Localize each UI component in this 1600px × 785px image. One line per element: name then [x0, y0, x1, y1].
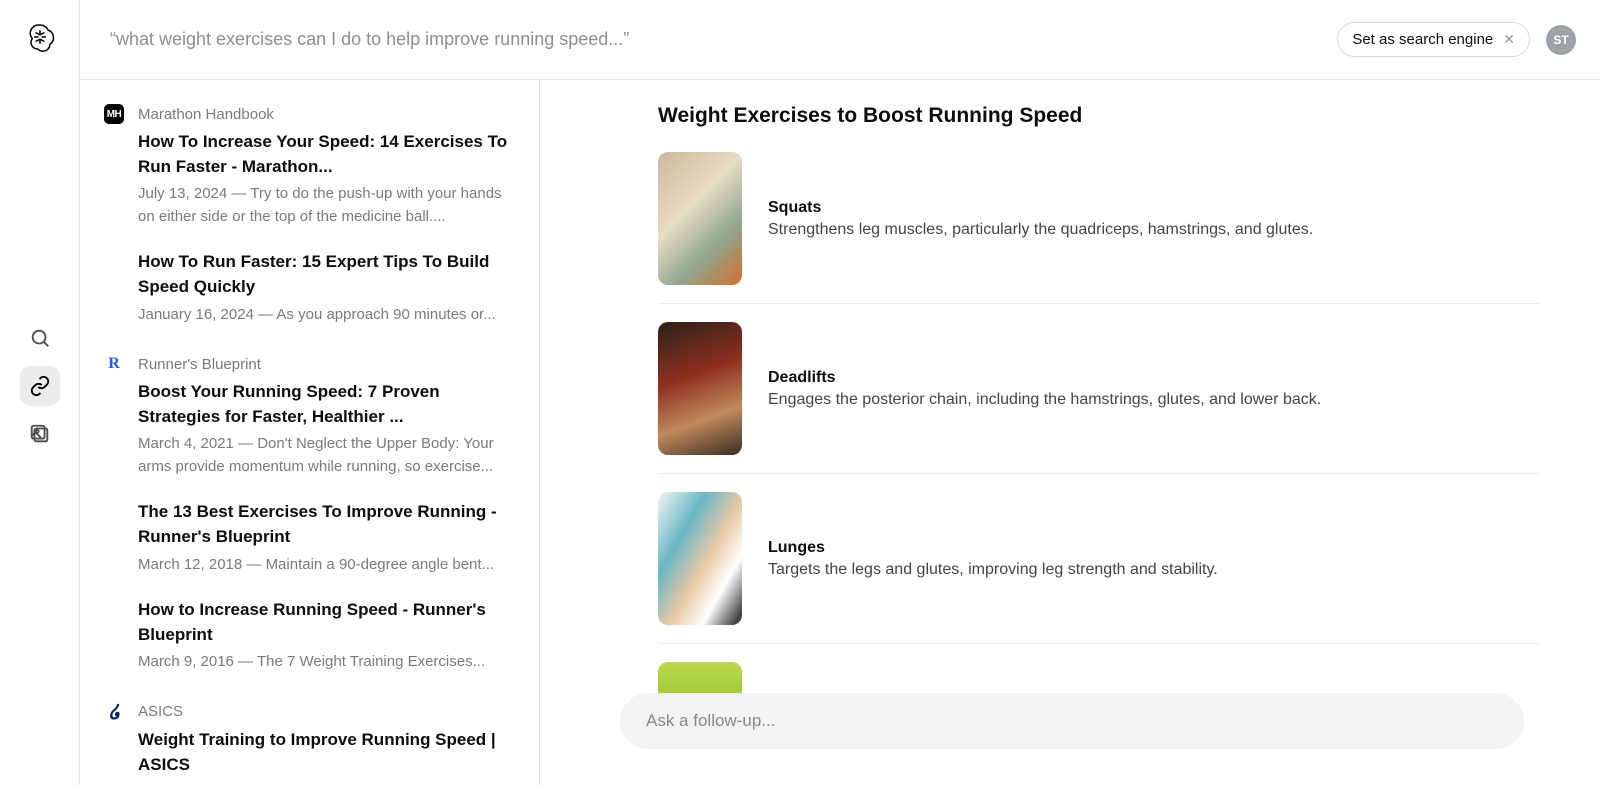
answer-panel: Weight Exercises to Boost Running Speed … — [540, 80, 1600, 785]
rail-search-button[interactable] — [20, 318, 60, 358]
sources-sidebar: MH Marathon Handbook How To Increase Your … — [80, 80, 540, 785]
exercise-name: Lunges — [768, 539, 1218, 557]
source-header: ໒ ASICS — [104, 702, 515, 722]
article-snippet: July 13, 2024 — Try to do the push-up wi… — [138, 183, 515, 228]
source-article[interactable]: Boost Your Running Speed: 7 Proven Strat… — [138, 380, 515, 478]
rail-link-button[interactable] — [20, 366, 60, 406]
logo-icon[interactable] — [25, 22, 55, 52]
close-icon[interactable]: ✕ — [1503, 31, 1515, 48]
followup-input[interactable] — [620, 693, 1524, 749]
source-name: Runner's Blueprint — [138, 356, 261, 373]
source-article[interactable]: Weight Training to Improve Running Speed… — [138, 728, 515, 777]
article-snippet: March 4, 2021 — Don't Neglect the Upper … — [138, 433, 515, 478]
article-snippet: January 16, 2024 — As you approach 90 mi… — [138, 304, 515, 327]
source-group: ໒ ASICS Weight Training to Improve Running… — [104, 702, 515, 777]
source-name: ASICS — [138, 703, 183, 720]
exercise-description: Targets the legs and glutes, improving l… — [768, 561, 1218, 579]
exercise-description: Strengthens leg muscles, particularly th… — [768, 221, 1313, 239]
source-article[interactable]: How to Increase Running Speed - Runner's… — [138, 598, 515, 674]
article-title: How To Increase Your Speed: 14 Exercises… — [138, 130, 515, 179]
source-group: MH Marathon Handbook How To Increase Your … — [104, 104, 515, 326]
followup-container — [620, 693, 1524, 749]
exercise-image — [658, 322, 742, 455]
source-article[interactable]: The 13 Best Exercises To Improve Running… — [138, 500, 515, 576]
exercise-image — [658, 492, 742, 625]
source-article[interactable]: How To Run Faster: 15 Expert Tips To Bui… — [138, 250, 515, 326]
source-favicon: ໒ — [102, 700, 125, 723]
avatar[interactable]: ST — [1546, 25, 1576, 55]
exercise-row: Squats Strengthens leg muscles, particula… — [658, 152, 1540, 304]
exercise-row: Lunges Targets the legs and glutes, impro… — [658, 492, 1540, 644]
set-search-engine-button[interactable]: Set as search engine ✕ — [1337, 22, 1530, 57]
article-title: Weight Training to Improve Running Speed… — [138, 728, 515, 777]
article-title: Boost Your Running Speed: 7 Proven Strat… — [138, 380, 515, 429]
source-header: R Runner's Blueprint — [104, 354, 515, 374]
source-article[interactable]: How To Increase Your Speed: 14 Exercises… — [138, 130, 515, 228]
exercise-row: Deadlifts Engages the posterior chain, in… — [658, 322, 1540, 474]
source-favicon: R — [104, 354, 124, 374]
exercise-image — [658, 152, 742, 285]
rail-images-button[interactable] — [20, 414, 60, 454]
article-title: How To Run Faster: 15 Expert Tips To Bui… — [138, 250, 515, 299]
left-rail — [0, 0, 80, 785]
answer-title: Weight Exercises to Boost Running Speed — [658, 104, 1540, 128]
query-text: “what weight exercises can I do to help … — [110, 29, 1321, 50]
source-name: Marathon Handbook — [138, 106, 274, 123]
exercise-description: Engages the posterior chain, including t… — [768, 391, 1321, 409]
set-search-engine-label: Set as search engine — [1352, 31, 1493, 48]
article-snippet: March 9, 2016 — The 7 Weight Training Ex… — [138, 651, 515, 674]
exercise-name: Deadlifts — [768, 369, 1321, 387]
exercise-name: Squats — [768, 199, 1313, 217]
source-favicon: MH — [104, 104, 124, 124]
source-group: R Runner's Blueprint Boost Your Running Sp… — [104, 354, 515, 674]
header: “what weight exercises can I do to help … — [80, 0, 1600, 80]
article-title: How to Increase Running Speed - Runner's… — [138, 598, 515, 647]
article-snippet: March 12, 2018 — Maintain a 90-degree an… — [138, 554, 515, 577]
article-title: The 13 Best Exercises To Improve Running… — [138, 500, 515, 549]
source-header: MH Marathon Handbook — [104, 104, 515, 124]
